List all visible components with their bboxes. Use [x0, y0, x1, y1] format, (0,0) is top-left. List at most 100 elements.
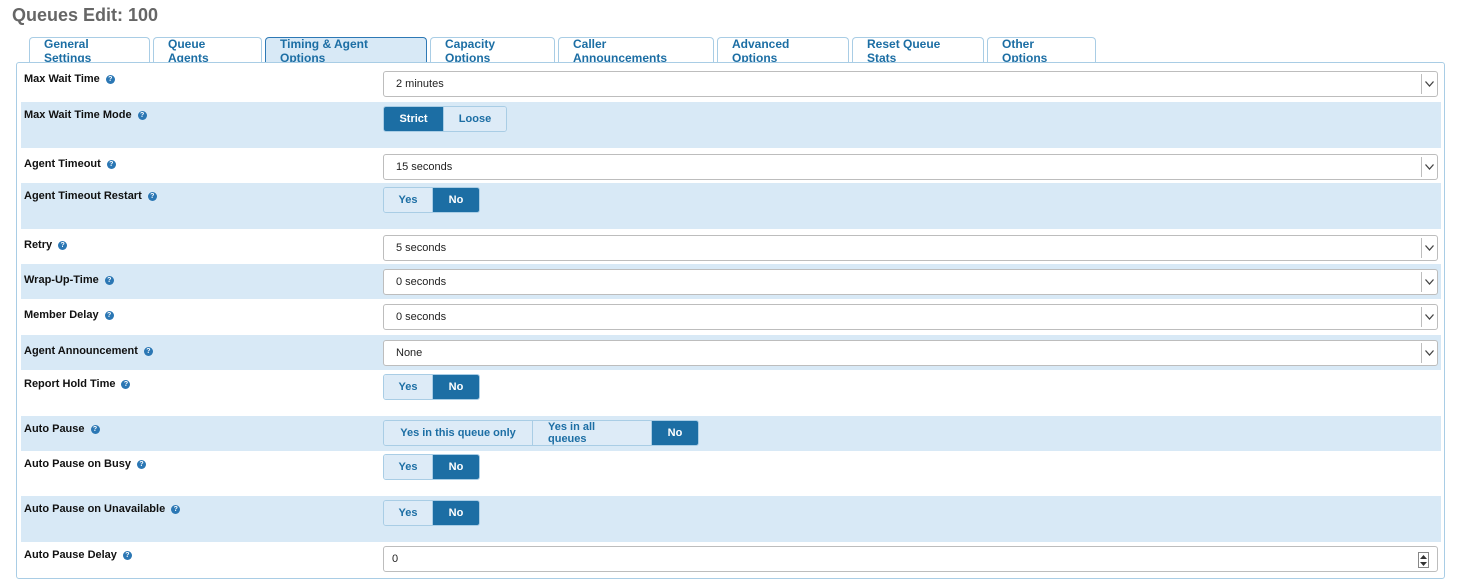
- strict-button[interactable]: Strict: [384, 107, 444, 131]
- label-auto-pause-busy: Auto Pause on Busy ?: [24, 458, 146, 470]
- yes-in-all-queues-button[interactable]: Yes in all queues: [533, 421, 652, 445]
- auto-pause-busy-toggle: Yes No: [383, 454, 480, 480]
- row-agent-announcement: Agent Announcement ? None: [21, 335, 1441, 370]
- row-auto-pause-busy: Auto Pause on Busy ? Yes No: [21, 451, 1441, 496]
- tab-caller-announcements[interactable]: Caller Announcements: [558, 37, 714, 65]
- question-circle-icon[interactable]: ?: [136, 459, 146, 469]
- wrap-up-time-select[interactable]: 0 seconds: [383, 269, 1438, 295]
- row-auto-pause-unavailable: Auto Pause on Unavailable ? Yes No: [21, 496, 1441, 542]
- question-circle-icon[interactable]: ?: [106, 159, 116, 169]
- question-circle-icon[interactable]: ?: [58, 240, 68, 250]
- question-circle-icon[interactable]: ?: [171, 504, 181, 514]
- tab-general-settings[interactable]: General Settings: [29, 37, 150, 65]
- row-agent-timeout-restart: Agent Timeout Restart ? Yes No: [21, 183, 1441, 229]
- label-auto-pause-unavailable: Auto Pause on Unavailable ?: [24, 503, 181, 515]
- label-text: Max Wait Time: [24, 73, 100, 85]
- label-agent-timeout: Agent Timeout ?: [24, 158, 116, 170]
- select-value: 0 seconds: [396, 311, 447, 323]
- question-circle-icon[interactable]: ?: [122, 550, 132, 560]
- chevron-down-icon: [1421, 238, 1437, 258]
- question-circle-icon[interactable]: ?: [105, 74, 115, 84]
- select-value: 0 seconds: [396, 276, 447, 288]
- no-button[interactable]: No: [433, 375, 479, 399]
- row-auto-pause: Auto Pause ? Yes in this queue only Yes …: [21, 416, 1441, 451]
- question-circle-icon[interactable]: ?: [143, 346, 153, 356]
- auto-pause-unavailable-toggle: Yes No: [383, 500, 480, 526]
- select-value: None: [396, 347, 423, 359]
- chevron-down-icon: [1421, 307, 1437, 327]
- row-member-delay: Member Delay ? 0 seconds: [21, 299, 1441, 335]
- yes-button[interactable]: Yes: [384, 375, 433, 399]
- select-value: 15 seconds: [396, 161, 453, 173]
- row-wrap-up-time: Wrap-Up-Time ? 0 seconds: [21, 264, 1441, 299]
- tab-reset-queue-stats[interactable]: Reset Queue Stats: [852, 37, 984, 65]
- input-value: 0: [392, 553, 399, 565]
- yes-in-this-queue-only-button[interactable]: Yes in this queue only: [384, 421, 533, 445]
- tab-bar: General Settings Queue Agents Timing & A…: [29, 37, 1099, 65]
- question-circle-icon[interactable]: ?: [137, 110, 147, 120]
- tab-other-options[interactable]: Other Options: [987, 37, 1096, 65]
- report-hold-time-toggle: Yes No: [383, 374, 480, 400]
- label-text: Retry: [24, 239, 53, 251]
- label-wrap-up-time: Wrap-Up-Time ?: [24, 274, 114, 286]
- max-wait-time-select[interactable]: 2 minutes: [383, 71, 1438, 97]
- auto-pause-delay-input[interactable]: 0: [383, 546, 1438, 572]
- page-title: Queues Edit: 100: [12, 5, 159, 25]
- row-report-hold-time: Report Hold Time ? Yes No: [21, 370, 1441, 416]
- label-text: Agent Announcement: [24, 345, 138, 357]
- no-button[interactable]: No: [433, 501, 479, 525]
- label-text: Agent Timeout Restart: [24, 190, 142, 202]
- spinner-arrows-icon[interactable]: [1418, 552, 1429, 568]
- select-value: 5 seconds: [396, 242, 447, 254]
- max-wait-time-mode-toggle: Strict Loose: [383, 106, 507, 132]
- timing-agent-options-panel: Max Wait Time ? 2 minutes Max Wait Time …: [16, 62, 1445, 579]
- label-report-hold-time: Report Hold Time ?: [24, 378, 131, 390]
- question-circle-icon[interactable]: ?: [147, 191, 157, 201]
- agent-announcement-select[interactable]: None: [383, 340, 1438, 366]
- row-max-wait-time: Max Wait Time ? 2 minutes: [21, 63, 1441, 100]
- label-max-wait-time: Max Wait Time ?: [24, 73, 115, 85]
- auto-pause-toggle: Yes in this queue only Yes in all queues…: [383, 420, 699, 446]
- row-agent-timeout: Agent Timeout ? 15 seconds: [21, 148, 1441, 183]
- label-auto-pause-delay: Auto Pause Delay ?: [24, 549, 132, 561]
- tab-advanced-options[interactable]: Advanced Options: [717, 37, 849, 65]
- label-text: Auto Pause on Busy: [24, 458, 131, 470]
- agent-timeout-restart-toggle: Yes No: [383, 187, 480, 213]
- question-circle-icon[interactable]: ?: [104, 275, 114, 285]
- label-member-delay: Member Delay ?: [24, 309, 114, 321]
- no-button[interactable]: No: [652, 421, 698, 445]
- label-text: Auto Pause Delay: [24, 549, 117, 561]
- chevron-down-icon: [1421, 343, 1437, 363]
- label-text: Max Wait Time Mode: [24, 109, 132, 121]
- label-text: Wrap-Up-Time: [24, 274, 99, 286]
- label-agent-announcement: Agent Announcement ?: [24, 345, 153, 357]
- question-circle-icon[interactable]: ?: [90, 424, 100, 434]
- chevron-down-icon: [1421, 157, 1437, 177]
- label-text: Report Hold Time: [24, 378, 116, 390]
- label-text: Auto Pause on Unavailable: [24, 503, 166, 515]
- chevron-down-icon: [1421, 272, 1437, 292]
- no-button[interactable]: No: [433, 188, 479, 212]
- agent-timeout-select[interactable]: 15 seconds: [383, 154, 1438, 180]
- label-text: Auto Pause: [24, 423, 85, 435]
- yes-button[interactable]: Yes: [384, 188, 433, 212]
- yes-button[interactable]: Yes: [384, 455, 433, 479]
- tab-queue-agents[interactable]: Queue Agents: [153, 37, 262, 65]
- row-retry: Retry ? 5 seconds: [21, 229, 1441, 264]
- row-auto-pause-delay: Auto Pause Delay ? 0: [21, 542, 1441, 578]
- member-delay-select[interactable]: 0 seconds: [383, 304, 1438, 330]
- label-text: Member Delay: [24, 309, 99, 321]
- retry-select[interactable]: 5 seconds: [383, 235, 1438, 261]
- question-circle-icon[interactable]: ?: [121, 379, 131, 389]
- yes-button[interactable]: Yes: [384, 501, 433, 525]
- row-max-wait-time-mode: Max Wait Time Mode ? Strict Loose: [21, 102, 1441, 148]
- no-button[interactable]: No: [433, 455, 479, 479]
- tab-capacity-options[interactable]: Capacity Options: [430, 37, 555, 65]
- loose-button[interactable]: Loose: [444, 107, 506, 131]
- label-retry: Retry ?: [24, 239, 68, 251]
- chevron-down-icon: [1421, 74, 1437, 94]
- tab-timing-agent-options[interactable]: Timing & Agent Options: [265, 37, 427, 65]
- label-max-wait-time-mode: Max Wait Time Mode ?: [24, 109, 147, 121]
- question-circle-icon[interactable]: ?: [104, 310, 114, 320]
- label-auto-pause: Auto Pause ?: [24, 423, 100, 435]
